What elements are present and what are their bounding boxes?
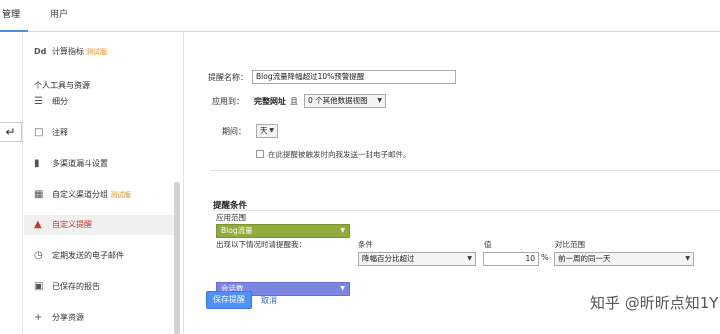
channel-grouping-icon: ▦ bbox=[34, 189, 44, 200]
dropdown-caret-icon: ▼ bbox=[377, 97, 382, 104]
sidebar-item-saved-reports[interactable]: ▣ 已保存的报告 bbox=[34, 277, 100, 297]
conditions-divider bbox=[213, 210, 720, 211]
back-arrow-icon[interactable]: ↵ bbox=[0, 122, 22, 142]
sidebar-scrollbar[interactable] bbox=[174, 182, 180, 334]
segments-icon: ☰ bbox=[34, 96, 43, 107]
section-title: 个人工具与资源 bbox=[34, 81, 90, 90]
other-views-select[interactable]: 0 个其他数据视图 ▼ bbox=[304, 94, 386, 108]
apply-to-label: 应用到： bbox=[212, 97, 244, 106]
annotations-icon: □ bbox=[34, 127, 44, 138]
scope-value: Blog流量 bbox=[221, 226, 253, 235]
dropdown-caret-icon: ▼ bbox=[467, 255, 472, 262]
share-icon: + bbox=[34, 312, 43, 323]
save-alert-button[interactable]: 保存提醒 bbox=[206, 291, 252, 309]
top-tabs: 管理 用户 bbox=[0, 0, 720, 32]
watermark: 知乎 @昕昕点知1Y bbox=[590, 294, 719, 312]
sidebar-divider bbox=[22, 32, 23, 334]
condition-header: 条件 bbox=[358, 240, 373, 249]
sidebar-item-annotations[interactable]: □ 注释 bbox=[34, 123, 68, 143]
sidebar-item-label: 计算指标 bbox=[52, 47, 84, 56]
sidebar-item-share-assets[interactable]: + 分享资源 bbox=[34, 308, 84, 328]
cancel-link[interactable]: 取消 bbox=[261, 295, 277, 306]
document-icon: ▣ bbox=[34, 281, 44, 292]
tab-user[interactable]: 用户 bbox=[50, 0, 68, 32]
beta-badge: 测试版 bbox=[86, 48, 107, 56]
apply-to-value: 完整网址 bbox=[254, 97, 286, 106]
trigger-label: 出现以下情况时请提醒我： bbox=[216, 240, 306, 249]
sidebar-item-calculated-metrics[interactable]: Dd 计算指标 测试版 bbox=[34, 42, 107, 62]
condition-value: 降幅百分比超过 bbox=[362, 254, 415, 263]
dropdown-caret-icon: ▼ bbox=[340, 227, 345, 234]
sidebar-item-label: 细分 bbox=[52, 97, 68, 106]
beta-badge: 测试版 bbox=[110, 191, 131, 199]
value-header: 值 bbox=[484, 240, 492, 249]
sidebar-item-custom-alerts[interactable]: ▲ 自定义提醒 bbox=[24, 215, 174, 235]
sidebar: ↵ Dd 计算指标 测试版 个人工具与资源 ☰ 细分 □ 注释 ▮ 多渠道漏斗设置 ▦ 自定… bbox=[0, 32, 184, 334]
scope-label: 应用范围 bbox=[216, 213, 246, 222]
apply-and: 且 bbox=[290, 97, 298, 106]
alert-name-label: 提醒名称： bbox=[208, 73, 248, 82]
value-unit: % bbox=[541, 253, 549, 262]
tab-admin[interactable]: 管理 bbox=[0, 0, 28, 32]
compare-select[interactable]: 前一周的同一天 ▼ bbox=[554, 252, 694, 266]
clock-icon: ◷ bbox=[34, 250, 43, 261]
period-value: 天 bbox=[260, 126, 268, 135]
funnel-icon: ▮ bbox=[34, 158, 40, 169]
period-select[interactable]: 天 ▼ bbox=[256, 124, 278, 138]
dropdown-caret-icon: ▼ bbox=[685, 255, 690, 262]
period-label: 期间： bbox=[222, 127, 246, 136]
sidebar-item-label: 自定义提醒 bbox=[52, 220, 92, 229]
calculated-metrics-icon: Dd bbox=[34, 47, 47, 56]
value-input[interactable]: 10 bbox=[483, 252, 539, 266]
sidebar-item-label: 注释 bbox=[52, 128, 68, 137]
dropdown-caret-icon: ▼ bbox=[340, 285, 345, 292]
sidebar-item-scheduled-emails[interactable]: ◷ 定期发送的电子邮件 bbox=[34, 246, 124, 266]
section-divider bbox=[210, 170, 720, 171]
dropdown-caret-icon: ▼ bbox=[269, 127, 274, 134]
compare-header: 对比范围 bbox=[555, 240, 585, 249]
sidebar-item-label: 分享资源 bbox=[52, 313, 84, 322]
alert-name-input[interactable]: Blog流量降幅超过10%预警提醒 bbox=[252, 70, 456, 84]
sidebar-item-label: 定期发送的电子邮件 bbox=[52, 251, 124, 260]
sidebar-item-funnel[interactable]: ▮ 多渠道漏斗设置 bbox=[34, 154, 108, 174]
email-checkbox-label: 在此提醒被触发时向我发送一封电子邮件。 bbox=[268, 150, 411, 159]
email-checkbox[interactable] bbox=[256, 150, 264, 158]
sidebar-item-channel-grouping[interactable]: ▦ 自定义渠道分组 测试版 bbox=[34, 185, 131, 205]
megaphone-icon: ▲ bbox=[34, 219, 42, 230]
sidebar-item-label: 已保存的报告 bbox=[52, 282, 100, 291]
sidebar-item-label: 多渠道漏斗设置 bbox=[52, 159, 108, 168]
alert-form: 提醒名称： Blog流量降幅超过10%预警提醒 应用到： 完整网址 且 0 个其… bbox=[184, 32, 720, 334]
scope-select[interactable]: Blog流量 ▼ bbox=[216, 224, 350, 238]
sidebar-item-label: 自定义渠道分组 bbox=[52, 190, 108, 199]
compare-value: 前一周的同一天 bbox=[558, 254, 611, 263]
other-views-value: 0 个其他数据视图 bbox=[308, 96, 368, 105]
sidebar-item-segments[interactable]: ☰ 细分 bbox=[34, 92, 68, 112]
condition-select[interactable]: 降幅百分比超过 ▼ bbox=[358, 252, 476, 266]
